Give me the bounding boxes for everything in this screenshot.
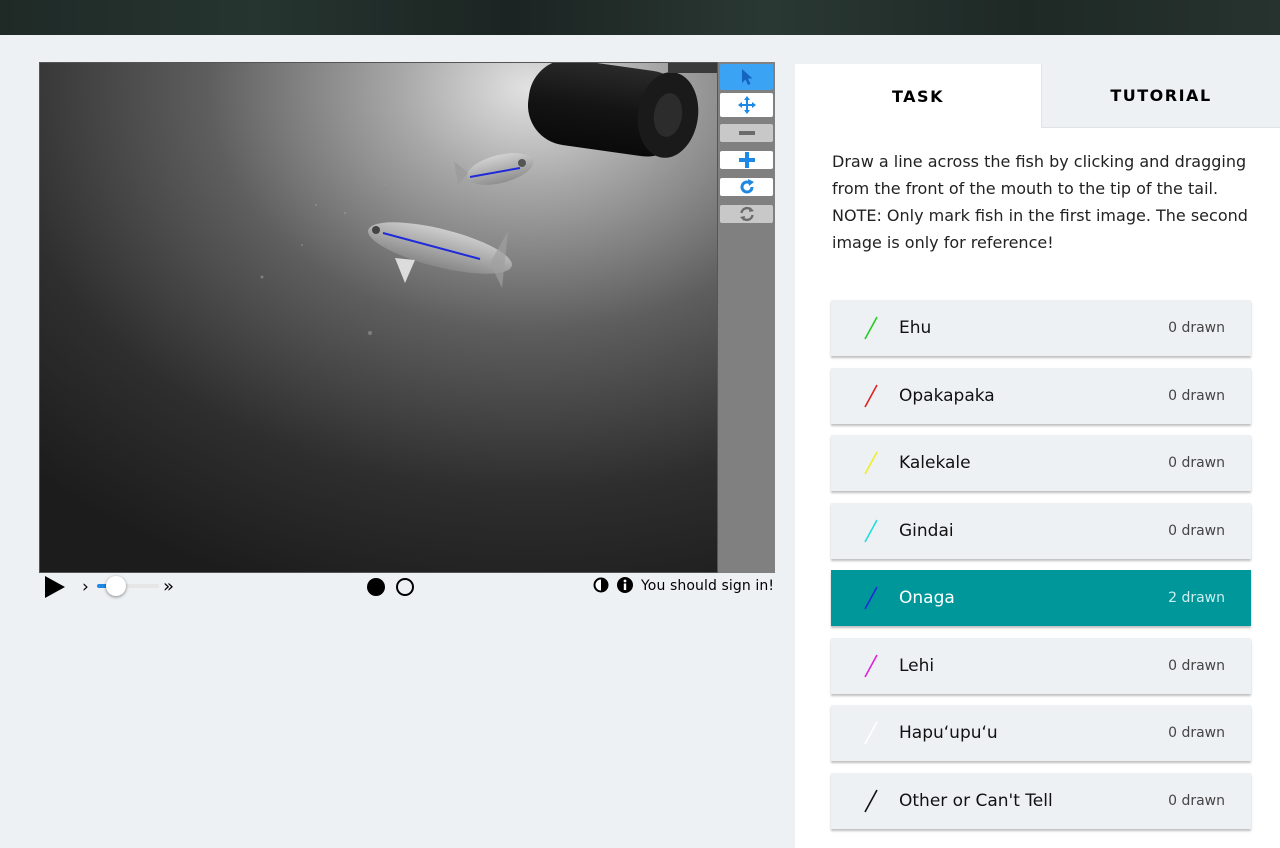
move-tool-button[interactable] [720, 93, 773, 117]
subject-viewer[interactable] [39, 62, 718, 573]
faster-button[interactable]: » [163, 576, 174, 597]
rotate-tool-button[interactable] [720, 178, 773, 196]
species-label: Kalekale [899, 453, 971, 473]
line-tool-icon [864, 316, 878, 340]
drawn-count: 0 drawn [1168, 455, 1225, 471]
viewer-toolbar [718, 62, 775, 573]
species-label: Gindai [899, 521, 954, 541]
task-panel: TASK TUTORIAL Draw a line across the fis… [795, 64, 1280, 848]
line-tool-icon [864, 586, 878, 610]
drawn-count: 0 drawn [1168, 523, 1225, 539]
species-label: Hapu‘upu‘u [899, 723, 998, 743]
line-tool-icon [864, 721, 878, 745]
move-icon [737, 96, 756, 114]
species-choice-button[interactable]: Hapu‘upu‘u 0 drawn [831, 705, 1251, 761]
species-choice-button[interactable]: Other or Can't Tell 0 drawn [831, 773, 1251, 829]
subject-image[interactable] [40, 63, 718, 573]
speed-slider-thumb[interactable] [106, 576, 126, 596]
drawn-count: 0 drawn [1168, 793, 1225, 809]
line-tool-icon [864, 654, 878, 678]
line-tool-icon [864, 789, 878, 813]
pointer-icon [741, 69, 752, 85]
species-choice-button[interactable]: Ehu 0 drawn [831, 300, 1251, 356]
header-banner [0, 0, 1280, 35]
play-icon [45, 576, 65, 598]
task-instructions: Draw a line across the fish by clicking … [832, 148, 1252, 256]
viewer-controls: › » You should sign in! [39, 574, 776, 600]
species-label: Opakapaka [899, 386, 995, 406]
tab-task[interactable]: TASK [795, 64, 1041, 128]
species-label: Ehu [899, 318, 932, 338]
play-button[interactable] [45, 576, 65, 602]
rotate-icon [740, 179, 754, 194]
species-label: Onaga [899, 588, 955, 608]
instruction-note: NOTE: Only mark fish in the first image.… [832, 206, 1248, 252]
tab-tutorial[interactable]: TUTORIAL [1041, 64, 1280, 128]
species-choice-button[interactable]: Kalekale 0 drawn [831, 435, 1251, 491]
drawn-count: 0 drawn [1168, 388, 1225, 404]
drawn-count: 2 drawn [1168, 590, 1225, 606]
species-choice-button[interactable]: Gindai 0 drawn [831, 503, 1251, 559]
pointer-tool-button[interactable] [720, 64, 773, 90]
line-tool-icon [864, 519, 878, 543]
reset-icon [739, 206, 754, 222]
species-choice-button[interactable]: Onaga 2 drawn [831, 570, 1251, 626]
plus-icon [738, 152, 755, 168]
frame-1-button[interactable] [367, 578, 385, 596]
drawn-count: 0 drawn [1168, 725, 1225, 741]
contrast-icon[interactable] [593, 577, 609, 597]
drawn-count: 0 drawn [1168, 658, 1225, 674]
species-label: Lehi [899, 656, 935, 676]
frame-2-button[interactable] [396, 578, 414, 596]
species-label: Other or Can't Tell [899, 791, 1053, 811]
line-tool-icon [864, 384, 878, 408]
drawn-count: 0 drawn [1168, 320, 1225, 336]
species-choice-button[interactable]: Lehi 0 drawn [831, 638, 1251, 694]
instruction-text: Draw a line across the fish by clicking … [832, 152, 1247, 198]
task-tabs: TASK TUTORIAL [795, 64, 1280, 128]
minus-icon [738, 131, 755, 135]
zoom-in-tool-button[interactable] [720, 151, 773, 169]
species-choice-button[interactable]: Opakapaka 0 drawn [831, 368, 1251, 424]
line-tool-icon [864, 451, 878, 475]
zoom-out-tool-button[interactable] [720, 124, 773, 142]
reset-tool-button[interactable] [720, 205, 773, 223]
sign-in-notice: You should sign in! [641, 578, 775, 594]
info-icon[interactable] [617, 577, 633, 597]
slower-button[interactable]: › [82, 577, 89, 597]
